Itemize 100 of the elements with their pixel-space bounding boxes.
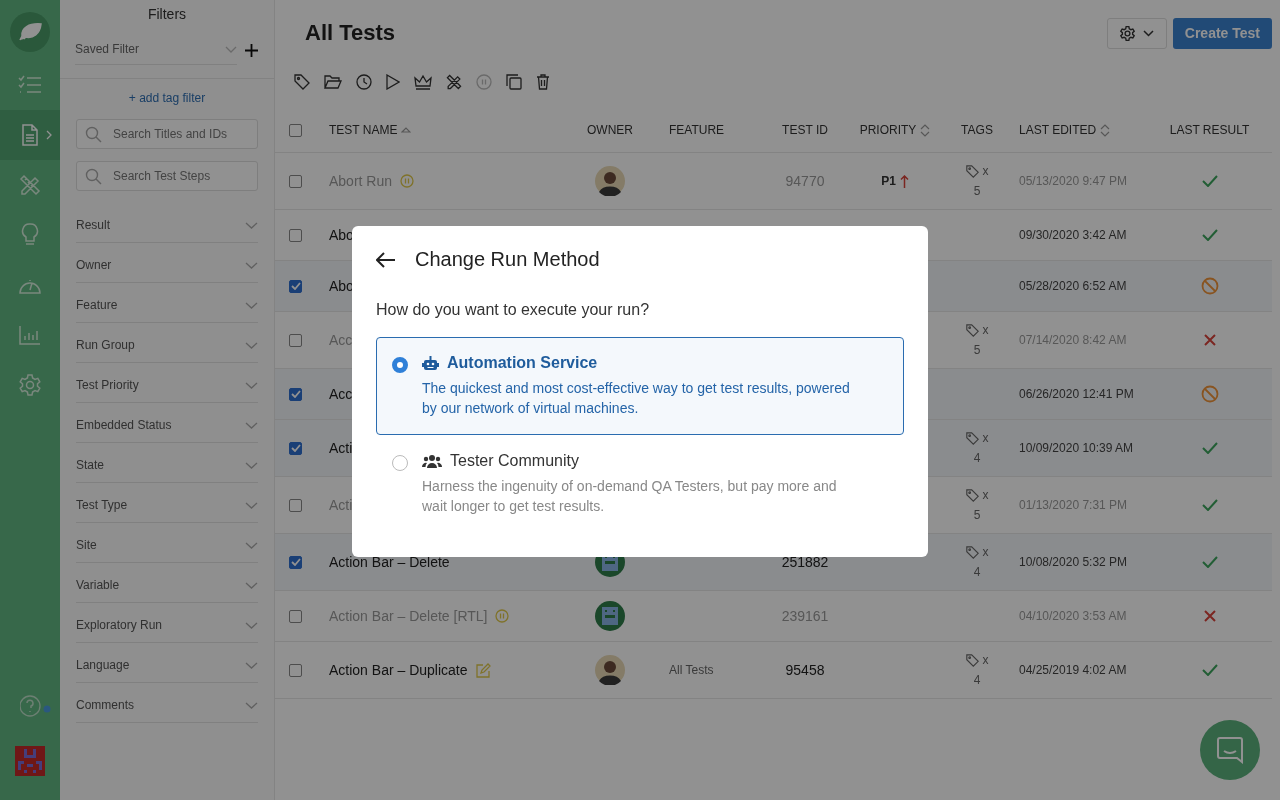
chevron-down-icon	[245, 461, 258, 469]
tag-icon[interactable]	[294, 74, 310, 90]
test-name[interactable]: Acti	[329, 497, 353, 513]
search-field[interactable]: Search Test Steps	[76, 161, 258, 191]
tag-icon	[965, 653, 979, 667]
option-title: Tester Community	[450, 452, 579, 470]
filter-dropdown[interactable]: Exploratory Run	[76, 603, 258, 643]
people-icon	[422, 454, 442, 468]
select-all-checkbox[interactable]	[289, 123, 302, 137]
column-header[interactable]: PRIORITY	[859, 123, 917, 137]
row-checkbox[interactable]	[289, 663, 302, 677]
robot-icon	[422, 355, 439, 371]
filter-dropdown[interactable]: Embedded Status	[76, 403, 258, 443]
row-checkbox[interactable]	[289, 228, 302, 242]
last-edited-date: 10/08/2020 5:32 PM	[1019, 553, 1128, 571]
tag-count: 4	[973, 451, 981, 465]
row-checkbox[interactable]	[289, 333, 302, 347]
crown-icon[interactable]	[414, 74, 432, 90]
last-edited-date: 05/28/2020 6:52 AM	[1019, 277, 1127, 295]
test-name[interactable]: Acc	[329, 332, 353, 348]
search-field[interactable]: Search Titles and IDs	[76, 119, 258, 149]
dialog-question: How do you want to execute your run?	[376, 301, 651, 319]
last-edited-date: 04/10/2020 3:53 AM	[1019, 607, 1127, 625]
column-header[interactable]: FEATURE	[669, 123, 725, 137]
filter-dropdown[interactable]: Comments	[76, 683, 258, 723]
filter-dropdown[interactable]: Test Type	[76, 483, 258, 523]
row-checkbox[interactable]	[289, 387, 302, 401]
chevron-down-icon	[245, 421, 258, 429]
help-icon[interactable]	[20, 694, 52, 718]
tag-count: 5	[973, 508, 981, 522]
last-edited-date: 07/14/2020 8:42 AM	[1019, 331, 1127, 349]
chevron-down-icon	[225, 45, 237, 53]
filter-dropdown[interactable]: Owner	[76, 243, 258, 283]
filter-dropdown[interactable]: Test Priority	[76, 363, 258, 403]
tag-icon	[965, 488, 979, 502]
chevron-right-icon	[46, 130, 52, 140]
check-icon	[1201, 556, 1218, 568]
row-checkbox[interactable]	[289, 498, 302, 512]
avatar	[595, 655, 625, 685]
add-icon[interactable]	[245, 44, 258, 57]
test-name[interactable]: Acti	[329, 440, 353, 456]
check-icon	[1201, 175, 1218, 187]
tag-count-times: x	[982, 431, 989, 445]
filter-dropdown[interactable]: State	[76, 443, 258, 483]
create-test-button[interactable]: Create Test	[1172, 17, 1272, 49]
column-header[interactable]: LAST EDITED	[1019, 123, 1097, 137]
row-checkbox[interactable]	[289, 609, 302, 623]
add-tag-filter-link[interactable]: + add tag filter	[76, 79, 258, 119]
option-description: Harness the ingenuity of on-demand QA Testers, but pay more and wait longer to get test results.	[422, 477, 838, 516]
filter-dropdown[interactable]: Result	[76, 203, 258, 243]
feature-text: All Tests	[669, 663, 714, 677]
test-name[interactable]: Action Bar – Delete [RTL]	[329, 608, 488, 624]
folder-icon[interactable]	[324, 75, 342, 89]
row-checkbox[interactable]	[289, 555, 302, 569]
filter-dropdown[interactable]: Site	[76, 523, 258, 563]
page-title: All Tests	[305, 20, 396, 46]
clock-icon[interactable]	[356, 74, 372, 90]
copy-icon[interactable]	[506, 74, 522, 90]
filter-dropdown[interactable]: Language	[76, 643, 258, 683]
pencil-ruler-icon[interactable]	[446, 74, 462, 90]
settings-dropdown-button[interactable]	[1106, 17, 1167, 49]
sort-icon	[1100, 123, 1111, 137]
column-header[interactable]: TEST NAME	[329, 123, 398, 137]
radio-button[interactable]	[392, 357, 408, 373]
column-header[interactable]: LAST RESULT	[1169, 123, 1250, 137]
radio-button[interactable]	[392, 455, 408, 471]
chat-button[interactable]	[1200, 720, 1260, 780]
tag-icon	[965, 323, 979, 337]
edit-icon	[475, 662, 491, 678]
play-icon[interactable]	[386, 74, 400, 90]
checklist-icon	[18, 75, 42, 95]
filter-dropdown[interactable]: Variable	[76, 563, 258, 603]
pause-icon[interactable]	[476, 74, 492, 90]
test-name[interactable]: Abort Run	[329, 173, 393, 189]
chevron-down-icon	[1142, 29, 1154, 37]
run-method-option[interactable]: Automation Service The quickest and most cost-effective way to get test results, powered by our network of virtual machines.	[376, 337, 904, 435]
run-method-option[interactable]: Tester Community Harness the ingenuity of on-demand QA Testers, but pay more and wait longer to get test results.	[376, 435, 904, 533]
back-arrow-icon[interactable]	[376, 251, 396, 268]
nav-item[interactable]	[0, 110, 60, 160]
cross-icon	[1203, 610, 1216, 622]
test-name[interactable]: Acc	[329, 386, 353, 402]
cross-icon	[1203, 334, 1216, 346]
chevron-down-icon	[245, 221, 258, 229]
leaf-logo-icon[interactable]	[10, 12, 50, 52]
row-checkbox[interactable]	[289, 279, 302, 293]
column-header[interactable]: OWNER	[587, 123, 633, 137]
filter-dropdown[interactable]: Run Group	[76, 323, 258, 363]
chevron-down-icon	[245, 621, 258, 629]
column-header[interactable]: TEST ID	[782, 123, 828, 137]
chevron-down-icon	[245, 661, 258, 669]
trash-icon[interactable]	[536, 74, 550, 90]
bar-chart-icon	[19, 325, 41, 345]
test-name[interactable]: Action Bar – Delete	[329, 554, 450, 570]
chevron-down-icon	[245, 301, 258, 309]
saved-filter-dropdown[interactable]: Saved Filter	[75, 36, 237, 65]
column-header[interactable]: TAGS	[961, 123, 993, 137]
row-checkbox[interactable]	[289, 174, 302, 188]
test-name[interactable]: Action Bar – Duplicate	[329, 662, 468, 678]
row-checkbox[interactable]	[289, 441, 302, 455]
filter-dropdown[interactable]: Feature	[76, 283, 258, 323]
